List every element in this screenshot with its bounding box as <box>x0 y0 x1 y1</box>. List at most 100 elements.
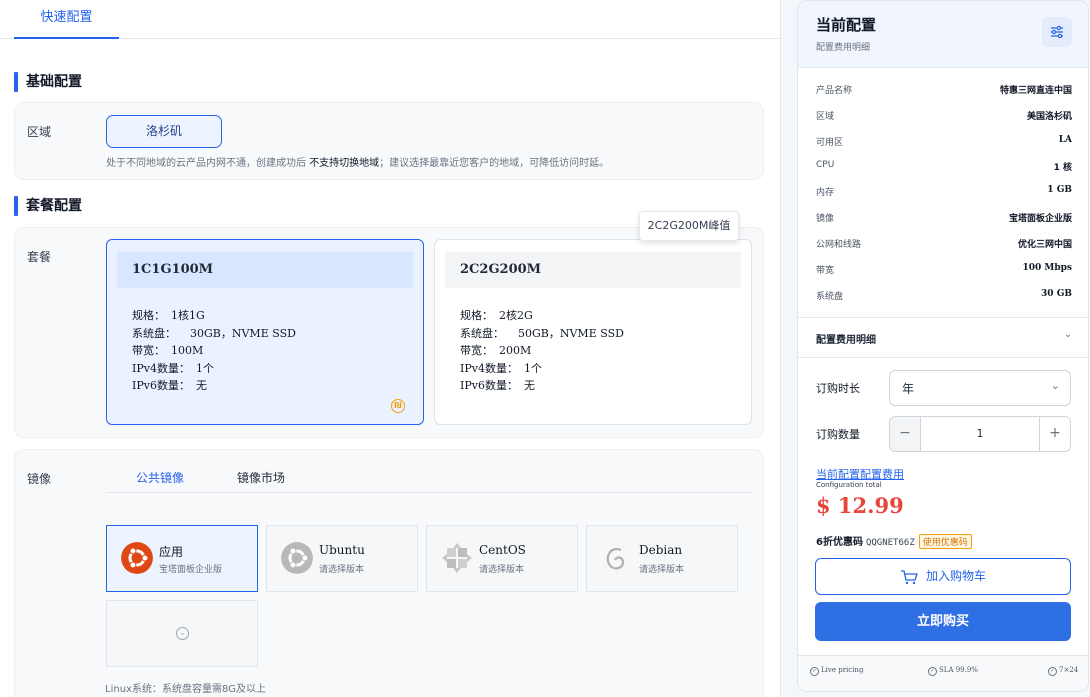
coupon-row: 6折优惠码 QQGNET66Z 使用优惠码 <box>816 533 972 549</box>
region-hint: 处于不同地域的云产品内网不通，创建成功后 不支持切换地域；建议选择最靠近您客户的… <box>106 154 609 169</box>
summary-row-cpu: CPU 1 核 <box>816 160 1072 174</box>
spec-value: 1核1G <box>171 309 205 322</box>
spec-row: 规格： 2核2G <box>460 307 624 325</box>
duration-select[interactable]: 年 ⌄ <box>889 370 1071 406</box>
spec-key: 带宽： <box>132 344 165 357</box>
image-option-name: Debian <box>639 543 683 557</box>
image-option-app[interactable]: 应用 宝塔面板企业版 <box>106 525 258 592</box>
region-card: 区域 洛杉矶 处于不同地域的云产品内网不通，创建成功后 不支持切换地域；建议选择… <box>14 102 764 180</box>
spec-row: IPv6数量： 无 <box>132 377 296 395</box>
spec-key: 规格： <box>132 309 165 322</box>
add-to-cart-button[interactable]: 加入购物车 <box>815 558 1071 595</box>
spec-row: IPv4数量： 1个 <box>460 360 624 378</box>
summary-key: 内存 <box>816 188 835 198</box>
spec-value: 无 <box>523 379 535 392</box>
summary-key: 系统盘 <box>816 292 844 302</box>
quantity-label: 订购数量 <box>816 428 860 441</box>
image-option-more[interactable]: ⌄ <box>106 600 258 667</box>
hot-badge-icon: ₪ <box>391 399 405 413</box>
summary-header: 当前配置 配置费用明细 <box>798 1 1088 68</box>
summary-value: 特惠三网直连中国 <box>999 86 1072 96</box>
minus-icon[interactable]: − <box>890 417 921 451</box>
quantity-value[interactable]: 1 <box>920 417 1040 451</box>
chevron-down-icon: ⌄ <box>1050 379 1060 392</box>
region-option-los-angeles[interactable]: 洛杉矶 <box>106 115 222 148</box>
image-option-sub: 请选择版本 <box>319 565 365 575</box>
spec-row: 系统盘： 30GB，NVME SSD <box>132 325 296 343</box>
image-tabs: 公共镜像 镜像市场 <box>106 464 752 493</box>
plan-tooltip: 2C2G200M峰值 <box>639 211 739 241</box>
tab-public-image[interactable]: 公共镜像 <box>136 469 184 486</box>
package-label: 套餐 <box>27 250 52 264</box>
spec-key: 规格： <box>460 309 493 322</box>
footer-item-sla: ✓ SLA 99.9% <box>928 666 978 676</box>
plus-icon[interactable]: + <box>1039 417 1070 451</box>
region-label: 区域 <box>27 125 52 139</box>
duration-label: 订购时长 <box>816 382 860 395</box>
spec-row: IPv6数量： 无 <box>460 377 624 395</box>
total-price: $ 12.99 <box>816 493 904 518</box>
config-total-en: Configuration total <box>816 481 882 489</box>
use-coupon-button[interactable]: 使用优惠码 <box>918 534 972 549</box>
summary-value: 30 GB <box>1041 289 1072 299</box>
summary-value: 优化三网中国 <box>1017 240 1072 250</box>
image-card: 镜像 公共镜像 镜像市场 应用 宝塔面板企业版 Ubuntu 请选择版本 Cen… <box>14 449 764 697</box>
cart-icon <box>900 569 918 584</box>
check-icon: ✓ <box>810 667 819 676</box>
config-total-link[interactable]: 当前配置配置费用 <box>816 466 904 482</box>
image-option-name: Ubuntu <box>319 543 365 557</box>
section-title-basic: 基础配置 <box>14 72 82 92</box>
ubuntu-icon <box>121 542 153 574</box>
summary-key: 带宽 <box>816 266 835 276</box>
tab-image-market[interactable]: 镜像市场 <box>237 469 285 486</box>
plan-specs: 规格： 2核2G 系统盘： 50GB，NVME SSD 带宽： 200M IPv4数量… <box>460 307 624 395</box>
spec-value: 无 <box>195 379 207 392</box>
chevron-down-icon[interactable]: ⌄ <box>1064 329 1072 340</box>
footer-item-text: Live pricing <box>821 666 864 674</box>
plan-specs: 规格： 1核1G 系统盘： 30GB，NVME SSD 带宽： 100M IPv4数量… <box>132 307 296 395</box>
summary-key: 可用区 <box>816 138 844 148</box>
plan-card-2c2g200m[interactable]: 2C2G200M 规格： 2核2G 系统盘： 50GB，NVME SSD 带宽： 20… <box>434 239 752 425</box>
chevron-down-icon: ⌄ <box>176 627 189 640</box>
fee-details-toggle[interactable]: 配置费用明细 <box>816 331 876 346</box>
region-hint-bold: 不支持切换地域 <box>309 158 380 169</box>
image-option-debian[interactable]: Debian 请选择版本 <box>586 525 738 592</box>
summary-row-bandwidth: 带宽 100 Mbps <box>816 263 1072 277</box>
image-option-sub: 请选择版本 <box>479 565 525 575</box>
image-option-sub: 请选择版本 <box>639 565 685 575</box>
spec-key: IPv4数量： <box>132 361 190 375</box>
settings-button[interactable] <box>1042 17 1072 47</box>
spec-key: IPv6数量： <box>460 379 518 392</box>
add-to-cart-label: 加入购物车 <box>925 569 986 583</box>
summary-key: CPU <box>816 160 835 170</box>
summary-key: 公网和线路 <box>816 240 862 250</box>
image-option-ubuntu[interactable]: Ubuntu 请选择版本 <box>266 525 418 592</box>
buy-now-button[interactable]: 立即购买 <box>815 602 1071 641</box>
summary-value: 1 GB <box>1047 185 1072 195</box>
summary-value: 1 核 <box>1053 163 1072 173</box>
image-option-centos[interactable]: CentOS 请选择版本 <box>426 525 578 592</box>
quantity-stepper[interactable]: − 1 + <box>889 416 1071 452</box>
spec-row: IPv4数量： 1个 <box>132 360 296 378</box>
summary-row-network: 公网和线路 优化三网中国 <box>816 237 1072 251</box>
image-option-sub: 宝塔面板企业版 <box>159 565 223 575</box>
package-card: 套餐 1C1G100M 规格： 1核1G 系统盘： 30GB，NVME SSD 带宽… <box>14 227 764 438</box>
summary-row-memory: 内存 1 GB <box>816 185 1072 199</box>
image-option-name: 应用 <box>159 545 184 559</box>
spec-key: IPv4数量： <box>460 361 518 375</box>
spec-row: 系统盘： 50GB，NVME SSD <box>460 325 624 343</box>
footer-item-support: ✓ 7×24 <box>1048 666 1078 676</box>
summary-subtitle: 配置费用明细 <box>816 43 871 53</box>
spec-value: 1个 <box>523 361 542 375</box>
image-label: 镜像 <box>27 472 52 486</box>
linux-note: Linux系统：系统盘容量需8G及以上 <box>105 684 267 695</box>
spec-row: 带宽： 200M <box>460 342 624 360</box>
plan-card-1c1g100m[interactable]: 1C1G100M 规格： 1核1G 系统盘： 30GB，NVME SSD 带宽： 10… <box>106 239 424 425</box>
spec-value: 1个 <box>195 361 214 375</box>
tab-quick-config[interactable]: 快速配置 <box>14 0 119 39</box>
spec-value: 2核2G <box>499 309 533 322</box>
coupon-label: 6折优惠码 <box>816 537 863 548</box>
spec-row: 带宽： 100M <box>132 342 296 360</box>
check-icon: ✓ <box>1048 667 1057 676</box>
sliders-icon <box>1051 25 1063 39</box>
